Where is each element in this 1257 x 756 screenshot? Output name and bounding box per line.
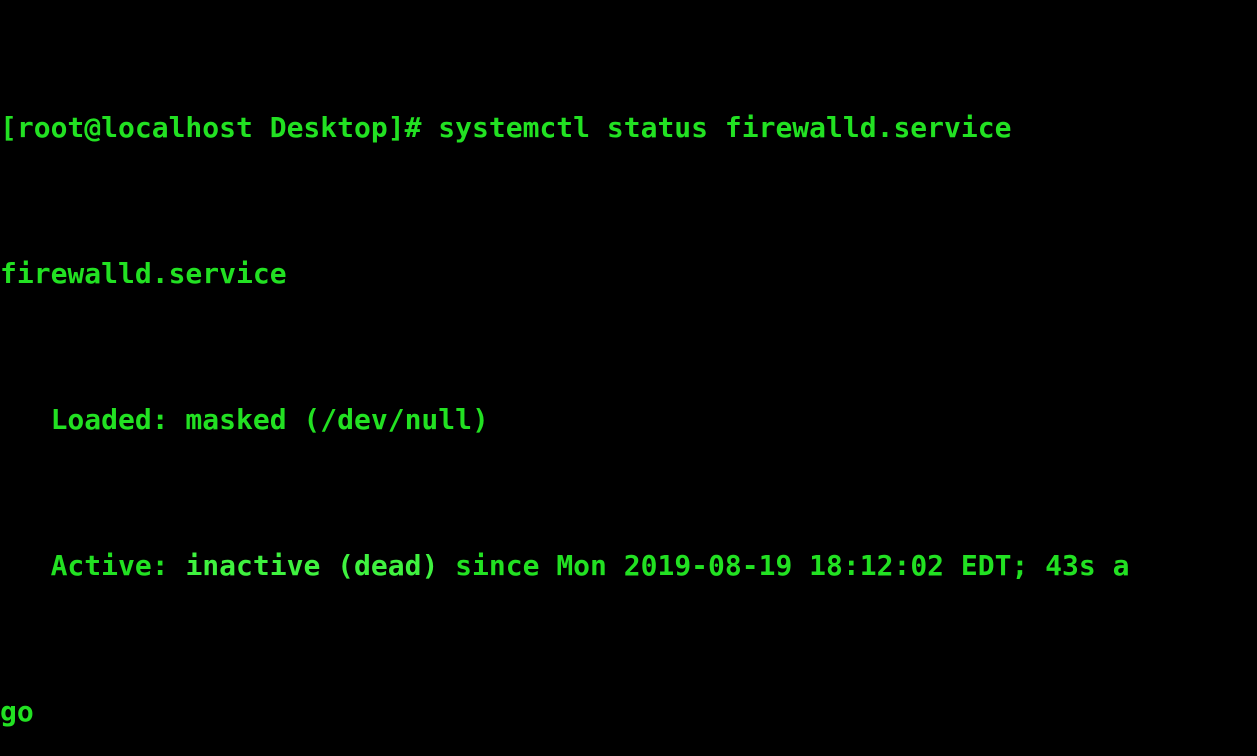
loaded-text: Loaded: masked (/dev/null) bbox=[0, 402, 489, 436]
terminal-line-loaded-firewalld: Loaded: masked (/dev/null) bbox=[0, 402, 1257, 439]
active-since-text: since Mon 2019-08-19 18:12:02 EDT; 43s a bbox=[438, 548, 1130, 582]
terminal-screen[interactable]: [root@localhost Desktop]# systemctl stat… bbox=[0, 0, 1257, 756]
command-text: [root@localhost Desktop]# systemctl stat… bbox=[0, 110, 1012, 144]
wrapped-text: go bbox=[0, 694, 34, 728]
terminal-line-wrap-go-1: go bbox=[0, 694, 1257, 731]
terminal-line-command-firewalld: [root@localhost Desktop]# systemctl stat… bbox=[0, 110, 1257, 147]
status-badge-inactive: inactive (dead) bbox=[185, 548, 439, 582]
unit-name-text: firewalld.service bbox=[0, 256, 287, 290]
terminal-line-active-firewalld: Active: inactive (dead) since Mon 2019-0… bbox=[0, 548, 1257, 585]
active-label: Active: bbox=[0, 548, 186, 582]
terminal-line-unit-name-firewalld: firewalld.service bbox=[0, 256, 1257, 293]
